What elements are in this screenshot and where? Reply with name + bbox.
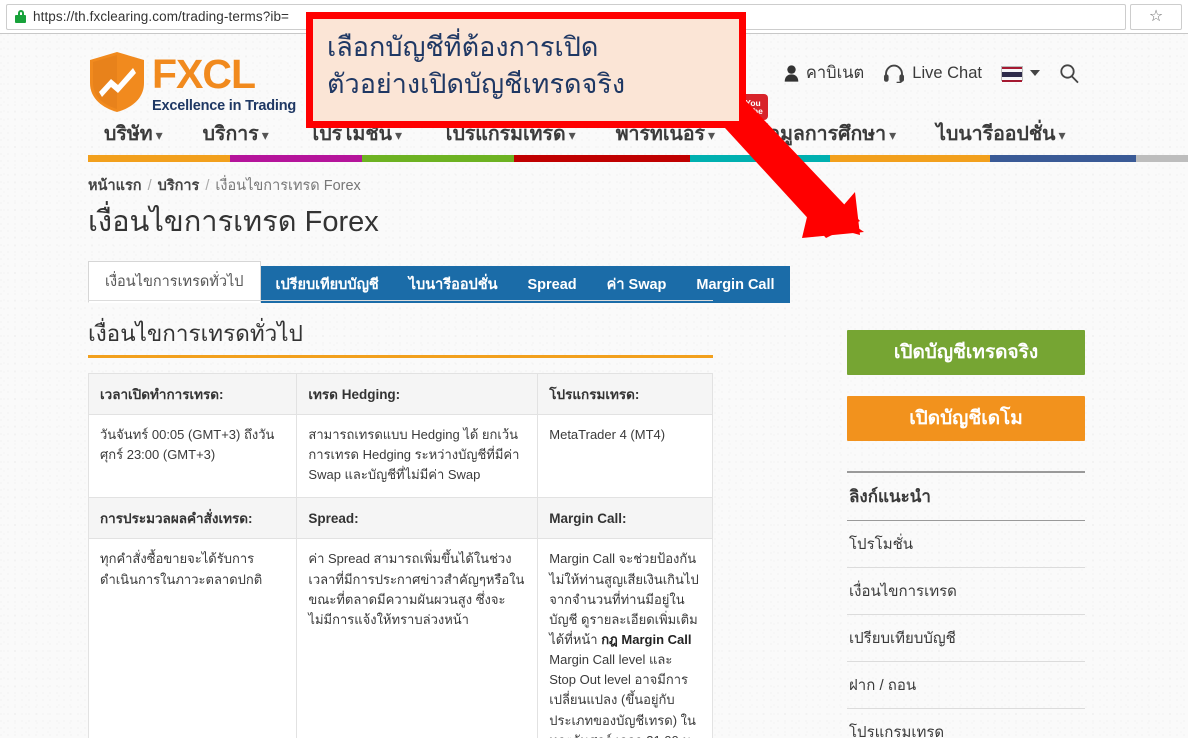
tab-binary-options[interactable]: ไบนารีออปชั่น xyxy=(393,266,513,303)
shield-logo-icon xyxy=(88,51,146,113)
logo-wordmark: FXCL xyxy=(152,51,256,97)
chevron-down-icon: ▾ xyxy=(394,127,402,143)
nav-underline-partners xyxy=(690,155,830,162)
nav-item-education[interactable]: ข้อมูลการศึกษา ▾ xyxy=(735,112,916,149)
tab-account-comparison[interactable]: เปรียบเทียบบัญชี xyxy=(260,266,394,303)
chevron-down-icon: ▾ xyxy=(568,127,576,143)
header-utility-nav: คาบิเนต Live Chat xyxy=(784,60,1080,86)
nav-label: บริษัท xyxy=(104,123,153,145)
star-icon: ☆ xyxy=(1148,7,1164,25)
cell-header-spread: Spread: xyxy=(296,497,539,540)
cabinet-label: คาบิเนต xyxy=(805,64,865,82)
url-text: https://th.fxclearing.com/trading-terms?… xyxy=(33,9,290,24)
margin-call-text-2: Margin Call level และ Stop Out level อาจ… xyxy=(549,652,696,738)
nav-label: ข้อมูลการศึกษา xyxy=(755,123,887,145)
live-chat-label: Live Chat xyxy=(912,63,982,82)
breadcrumb-separator: / xyxy=(147,178,152,194)
cabinet-link[interactable]: คาบิเนต xyxy=(784,60,864,86)
nav-underline-binary xyxy=(990,155,1136,162)
nav-label: บริการ xyxy=(202,123,259,145)
tab-swap[interactable]: ค่า Swap xyxy=(591,266,682,303)
sidebar-item-platforms[interactable]: โปรแกรมเทรด xyxy=(847,709,1085,738)
sidebar: เปิดบัญชีเทรดจริง เปิดบัญชีเดโม ลิงก์แนะ… xyxy=(847,330,1085,738)
cell-value-order-execution: ทุกคำสั่งซื้อขายจะได้รับการดำเนินการในภา… xyxy=(87,538,298,738)
lock-icon xyxy=(15,10,26,23)
breadcrumb-separator: / xyxy=(205,178,210,194)
bookmark-button[interactable]: ☆ xyxy=(1130,3,1182,30)
tab-margin-call[interactable]: Margin Call xyxy=(681,266,790,303)
nav-underline-bars xyxy=(88,155,1188,162)
table-row: เวลาเปิดทำการเทรด: เทรด Hedging: โปรแกรม… xyxy=(87,373,713,415)
sidebar-links: โปรโมชั่น เงื่อนไขการเทรด เปรียบเทียบบัญ… xyxy=(847,520,1085,738)
nav-underline-platforms xyxy=(514,155,690,162)
search-icon xyxy=(1060,63,1079,83)
nav-label: ไบนารีออปชั่น xyxy=(936,123,1056,145)
thai-flag-icon xyxy=(1001,65,1023,83)
breadcrumb: หน้าแรก / บริการ / เงื่อนไขการเทรด Forex xyxy=(88,174,361,197)
chevron-down-icon: ▾ xyxy=(1058,127,1066,143)
cell-header-platform: โปรแกรมเทรด: xyxy=(537,373,713,415)
cell-header-order-execution: การประมวลผลคำสั่งเทรด: xyxy=(87,497,298,540)
nav-item-services[interactable]: บริการ ▾ xyxy=(183,112,289,149)
nav-item-binary-options[interactable]: ไบนารีออปชั่น ▾ xyxy=(916,112,1085,149)
nav-underline-company xyxy=(88,155,230,162)
breadcrumb-current: เงื่อนไขการเทรด Forex xyxy=(215,178,361,194)
nav-underline-services xyxy=(230,155,362,162)
screenshot-root: https://th.fxclearing.com/trading-terms?… xyxy=(0,0,1188,738)
annotation-callout: เลือกบัญชีที่ต้องการเปิด ตัวอย่างเปิดบัญ… xyxy=(306,12,746,128)
cell-header-margin-call: Margin Call: xyxy=(537,497,713,540)
sidebar-title: ลิงก์แนะนำ xyxy=(849,487,931,506)
language-selector[interactable] xyxy=(1001,65,1040,83)
cell-header-trading-hours: เวลาเปิดทำการเทรด: xyxy=(87,373,298,415)
tab-general-terms[interactable]: เงื่อนไขการเทรดทั่วไป xyxy=(88,261,261,303)
nav-underline-tail xyxy=(1136,155,1188,162)
sidebar-item-trading-terms[interactable]: เงื่อนไขการเทรด xyxy=(847,568,1085,615)
chevron-down-icon: ▾ xyxy=(261,127,269,143)
table-row: การประมวลผลคำสั่งเทรด: Spread: Margin Ca… xyxy=(87,497,713,540)
live-chat-link[interactable]: Live Chat xyxy=(883,64,982,83)
user-icon xyxy=(784,64,799,82)
chevron-down-icon: ▾ xyxy=(155,127,163,143)
breadcrumb-services[interactable]: บริการ xyxy=(158,178,200,194)
nav-item-company[interactable]: บริษัท ▾ xyxy=(88,112,183,149)
cell-value-margin-call: Margin Call จะช่วยป้องกันไม่ให้ท่านสูญเส… xyxy=(537,538,713,738)
sidebar-item-account-comparison[interactable]: เปรียบเทียบบัญชี xyxy=(847,615,1085,662)
margin-call-link[interactable]: กฎ Margin Call xyxy=(601,632,691,647)
nav-underline-education xyxy=(830,155,990,162)
sidebar-item-promotions[interactable]: โปรโมชั่น xyxy=(847,521,1085,568)
table-row: ทุกคำสั่งซื้อขายจะได้รับการดำเนินการในภา… xyxy=(87,538,713,738)
content-tabs: เงื่อนไขการเทรดทั่วไป เปรียบเทียบบัญชี ไ… xyxy=(88,261,790,303)
open-demo-account-button[interactable]: เปิดบัญชีเดโม xyxy=(847,396,1085,441)
cell-value-trading-hours: วันจันทร์ 00:05 (GMT+3) ถึงวันศุกร์ 23:0… xyxy=(87,413,298,499)
tab-spread[interactable]: Spread xyxy=(512,266,592,303)
cell-value-hedging: สามารถเทรดแบบ Hedging ได้ ยกเว้นการเทรด … xyxy=(296,413,539,499)
headset-icon xyxy=(884,64,905,83)
table-row: วันจันทร์ 00:05 (GMT+3) ถึงวันศุกร์ 23:0… xyxy=(87,413,713,499)
trading-terms-table: เวลาเปิดทำการเทรด: เทรด Hedging: โปรแกรม… xyxy=(87,373,713,738)
nav-underline-promotions xyxy=(362,155,514,162)
search-button[interactable] xyxy=(1059,63,1080,84)
section-rule xyxy=(88,355,713,358)
open-real-account-button[interactable]: เปิดบัญชีเทรดจริง xyxy=(847,330,1085,375)
tabs-divider xyxy=(88,300,713,301)
cell-header-hedging: เทรด Hedging: xyxy=(296,373,539,415)
web-page: FXCL Excellence in Trading You Tube คาบิ… xyxy=(0,34,1188,738)
chevron-down-icon xyxy=(1030,70,1040,76)
site-logo[interactable]: FXCL Excellence in Trading xyxy=(88,50,296,114)
section-title: เงื่อนไขการเทรดทั่วไป xyxy=(88,321,303,346)
cell-value-spread: ค่า Spread สามารถเพิ่มขึ้นได้ในช่วงเวลาท… xyxy=(296,538,539,738)
page-title: เงื่อนไขการเทรด Forex xyxy=(88,206,379,238)
chevron-down-icon: ▾ xyxy=(708,127,716,143)
sidebar-item-deposit-withdraw[interactable]: ฝาก / ถอน xyxy=(847,662,1085,709)
chevron-down-icon: ▾ xyxy=(889,127,897,143)
annotation-line-1: เลือกบัญชีที่ต้องการเปิด xyxy=(327,32,599,62)
breadcrumb-home[interactable]: หน้าแรก xyxy=(88,178,142,194)
annotation-line-2: ตัวอย่างเปิดบัญชีเทรดจริง xyxy=(327,68,626,99)
cell-value-platform: MetaTrader 4 (MT4) xyxy=(537,413,713,499)
